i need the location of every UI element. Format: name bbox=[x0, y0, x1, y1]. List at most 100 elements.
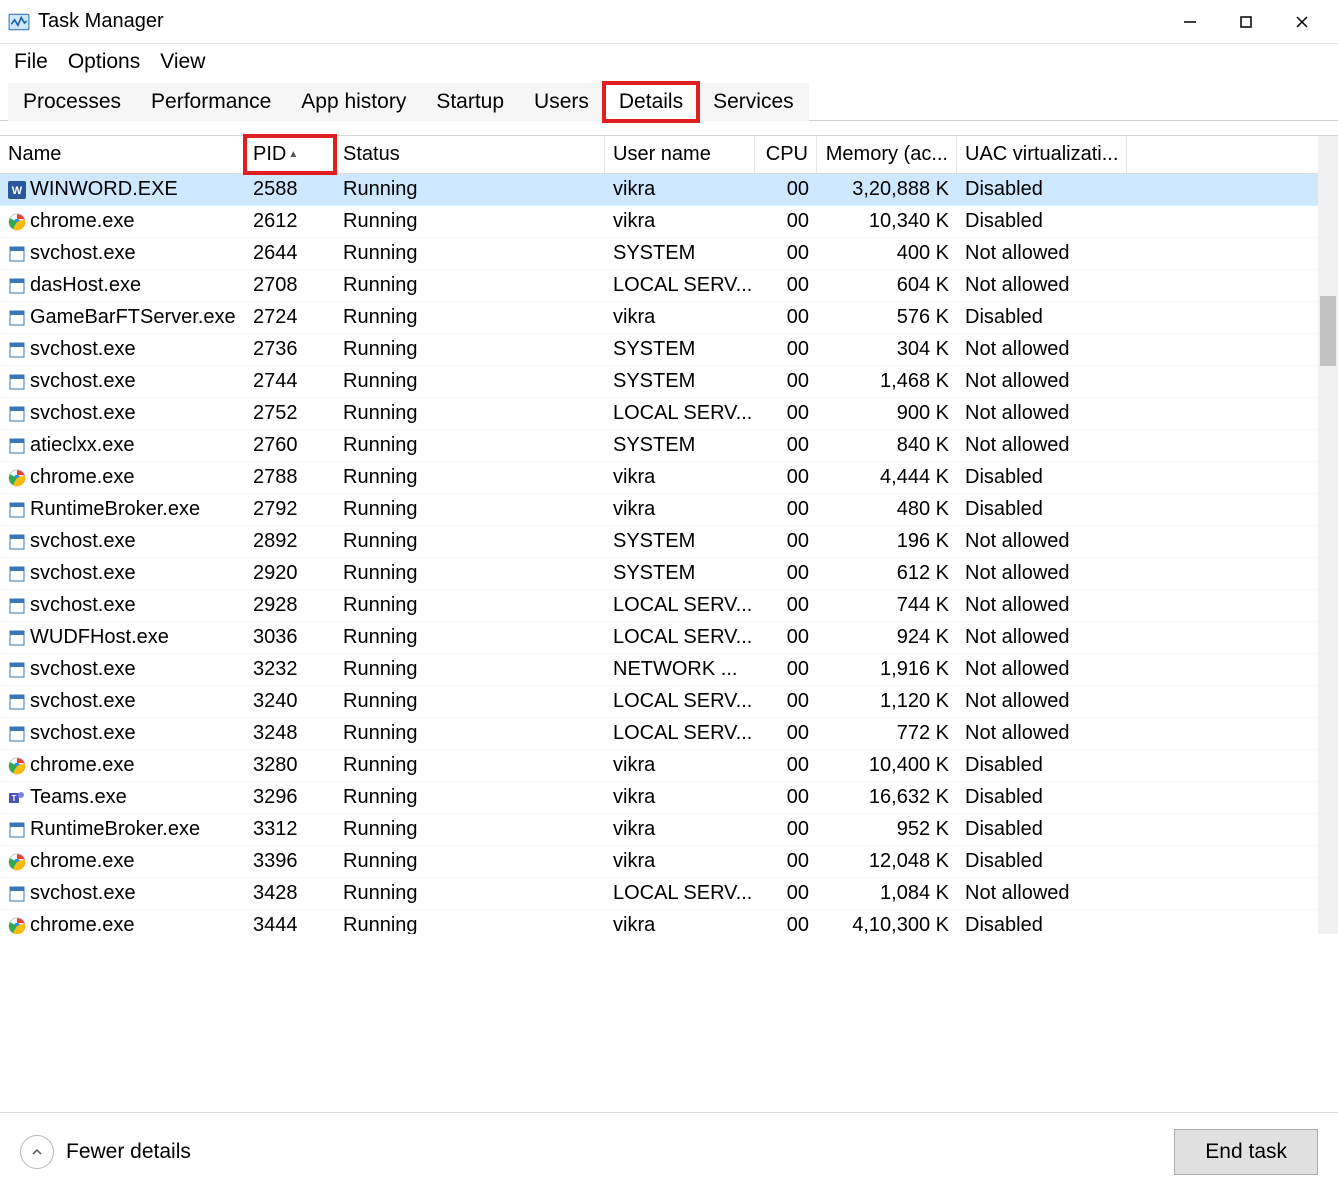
cell-user: SYSTEM bbox=[605, 558, 755, 589]
cell-status: Running bbox=[335, 782, 605, 813]
cell-name: TTeams.exe bbox=[0, 782, 245, 813]
process-icon bbox=[8, 725, 26, 743]
tab-details[interactable]: Details bbox=[604, 83, 698, 121]
cell-cpu: 00 bbox=[755, 750, 817, 781]
col-user[interactable]: User name bbox=[605, 136, 755, 173]
tab-app-history[interactable]: App history bbox=[286, 83, 421, 121]
process-name: WINWORD.EXE bbox=[30, 178, 178, 201]
table-row[interactable]: RuntimeBroker.exe3312Runningvikra00952 K… bbox=[0, 814, 1338, 846]
cell-name: svchost.exe bbox=[0, 238, 245, 269]
col-pid-label: PID bbox=[253, 143, 286, 166]
cell-cpu: 00 bbox=[755, 814, 817, 845]
table-row[interactable]: TTeams.exe3296Runningvikra0016,632 KDisa… bbox=[0, 782, 1338, 814]
cell-status: Running bbox=[335, 302, 605, 333]
table-row[interactable]: GameBarFTServer.exe2724Runningvikra00576… bbox=[0, 302, 1338, 334]
table-row[interactable]: svchost.exe2892RunningSYSTEM00196 KNot a… bbox=[0, 526, 1338, 558]
table-row[interactable]: chrome.exe2788Runningvikra004,444 KDisab… bbox=[0, 462, 1338, 494]
cell-name: chrome.exe bbox=[0, 462, 245, 493]
tab-startup[interactable]: Startup bbox=[421, 83, 519, 121]
table-row[interactable]: WWINWORD.EXE2588Runningvikra003,20,888 K… bbox=[0, 174, 1338, 206]
cell-uac: Not allowed bbox=[957, 686, 1127, 717]
cell-name: dasHost.exe bbox=[0, 270, 245, 301]
cell-uac: Not allowed bbox=[957, 334, 1127, 365]
cell-user: SYSTEM bbox=[605, 430, 755, 461]
cell-name: chrome.exe bbox=[0, 910, 245, 934]
end-task-button[interactable]: End task bbox=[1174, 1129, 1318, 1175]
cell-pid: 2792 bbox=[245, 494, 335, 525]
col-memory[interactable]: Memory (ac... bbox=[817, 136, 957, 173]
cell-pid: 2708 bbox=[245, 270, 335, 301]
table-row[interactable]: svchost.exe2920RunningSYSTEM00612 KNot a… bbox=[0, 558, 1338, 590]
cell-pid: 2920 bbox=[245, 558, 335, 589]
process-icon bbox=[8, 213, 26, 231]
table-row[interactable]: WUDFHost.exe3036RunningLOCAL SERV...0092… bbox=[0, 622, 1338, 654]
table-header: Name PID▲ Status User name CPU Memory (a… bbox=[0, 136, 1338, 174]
table-row[interactable]: svchost.exe3248RunningLOCAL SERV...00772… bbox=[0, 718, 1338, 750]
cell-user: LOCAL SERV... bbox=[605, 686, 755, 717]
process-name: svchost.exe bbox=[30, 690, 136, 713]
table-row[interactable]: svchost.exe2744RunningSYSTEM001,468 KNot… bbox=[0, 366, 1338, 398]
table-row[interactable]: chrome.exe3396Runningvikra0012,048 KDisa… bbox=[0, 846, 1338, 878]
table-row[interactable]: chrome.exe3444Runningvikra004,10,300 KDi… bbox=[0, 910, 1338, 934]
tab-performance[interactable]: Performance bbox=[136, 83, 286, 121]
col-status[interactable]: Status bbox=[335, 136, 605, 173]
cell-user: vikra bbox=[605, 302, 755, 333]
cell-pid: 3248 bbox=[245, 718, 335, 749]
table-row[interactable]: svchost.exe3232RunningNETWORK ...001,916… bbox=[0, 654, 1338, 686]
minimize-button[interactable] bbox=[1162, 2, 1218, 42]
cell-user: vikra bbox=[605, 750, 755, 781]
cell-cpu: 00 bbox=[755, 366, 817, 397]
menu-file[interactable]: File bbox=[10, 48, 52, 76]
cell-memory: 3,20,888 K bbox=[817, 174, 957, 205]
cell-cpu: 00 bbox=[755, 718, 817, 749]
process-icon bbox=[8, 885, 26, 903]
cell-pid: 3312 bbox=[245, 814, 335, 845]
col-pid[interactable]: PID▲ bbox=[245, 136, 335, 173]
cell-status: Running bbox=[335, 750, 605, 781]
cell-cpu: 00 bbox=[755, 558, 817, 589]
cell-uac: Disabled bbox=[957, 462, 1127, 493]
table-row[interactable]: svchost.exe2752RunningLOCAL SERV...00900… bbox=[0, 398, 1338, 430]
cell-cpu: 00 bbox=[755, 526, 817, 557]
cell-name: svchost.exe bbox=[0, 654, 245, 685]
cell-pid: 2588 bbox=[245, 174, 335, 205]
cell-memory: 924 K bbox=[817, 622, 957, 653]
menu-options[interactable]: Options bbox=[64, 48, 144, 76]
cell-status: Running bbox=[335, 430, 605, 461]
tab-users[interactable]: Users bbox=[519, 83, 604, 121]
vertical-scrollbar[interactable] bbox=[1318, 136, 1338, 934]
tab-processes[interactable]: Processes bbox=[8, 83, 136, 121]
cell-status: Running bbox=[335, 398, 605, 429]
table-row[interactable]: atieclxx.exe2760RunningSYSTEM00840 KNot … bbox=[0, 430, 1338, 462]
table-row[interactable]: RuntimeBroker.exe2792Runningvikra00480 K… bbox=[0, 494, 1338, 526]
table-row[interactable]: chrome.exe2612Runningvikra0010,340 KDisa… bbox=[0, 206, 1338, 238]
cell-status: Running bbox=[335, 654, 605, 685]
col-uac[interactable]: UAC virtualizati... bbox=[957, 136, 1127, 173]
fewer-details-button[interactable]: Fewer details bbox=[20, 1135, 191, 1169]
cell-pid: 2724 bbox=[245, 302, 335, 333]
tab-services[interactable]: Services bbox=[698, 83, 809, 121]
details-table: Name PID▲ Status User name CPU Memory (a… bbox=[0, 135, 1338, 934]
cell-memory: 1,084 K bbox=[817, 878, 957, 909]
cell-user: vikra bbox=[605, 462, 755, 493]
cell-name: GameBarFTServer.exe bbox=[0, 302, 245, 333]
cell-memory: 576 K bbox=[817, 302, 957, 333]
cell-cpu: 00 bbox=[755, 302, 817, 333]
table-row[interactable]: svchost.exe2928RunningLOCAL SERV...00744… bbox=[0, 590, 1338, 622]
maximize-button[interactable] bbox=[1218, 2, 1274, 42]
col-cpu[interactable]: CPU bbox=[755, 136, 817, 173]
table-row[interactable]: svchost.exe2736RunningSYSTEM00304 KNot a… bbox=[0, 334, 1338, 366]
table-row[interactable]: chrome.exe3280Runningvikra0010,400 KDisa… bbox=[0, 750, 1338, 782]
table-row[interactable]: svchost.exe3240RunningLOCAL SERV...001,1… bbox=[0, 686, 1338, 718]
cell-name: svchost.exe bbox=[0, 590, 245, 621]
scrollbar-thumb[interactable] bbox=[1320, 296, 1336, 366]
table-row[interactable]: svchost.exe2644RunningSYSTEM00400 KNot a… bbox=[0, 238, 1338, 270]
process-name: chrome.exe bbox=[30, 850, 135, 873]
menu-view[interactable]: View bbox=[156, 48, 209, 76]
col-name[interactable]: Name bbox=[0, 136, 245, 173]
table-row[interactable]: dasHost.exe2708RunningLOCAL SERV...00604… bbox=[0, 270, 1338, 302]
cell-uac: Not allowed bbox=[957, 718, 1127, 749]
close-button[interactable] bbox=[1274, 2, 1330, 42]
cell-user: LOCAL SERV... bbox=[605, 398, 755, 429]
table-row[interactable]: svchost.exe3428RunningLOCAL SERV...001,0… bbox=[0, 878, 1338, 910]
